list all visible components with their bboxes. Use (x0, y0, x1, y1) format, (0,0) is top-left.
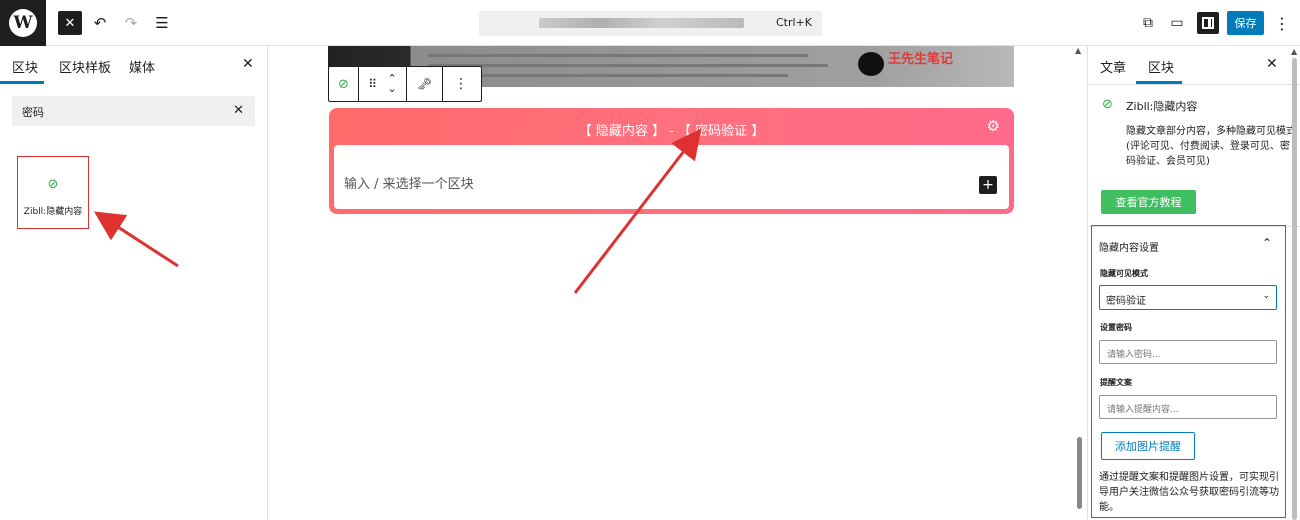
eye-slash-icon: ⊘ (1102, 97, 1113, 112)
scroll-up-icon[interactable]: ▲ (1075, 46, 1081, 55)
tip-label: 提醒文案 (1100, 378, 1132, 387)
divider (1088, 84, 1300, 85)
scroll-up-icon[interactable]: ▲ (1291, 47, 1297, 56)
blurred-title (539, 18, 744, 28)
tab-patterns[interactable]: 区块样板 (59, 57, 111, 76)
inner-block-area[interactable]: 输入 / 来选择一个区块 + (334, 145, 1009, 209)
tutorial-button[interactable]: 查看官方教程 (1101, 190, 1196, 214)
hidden-content-block[interactable]: 【 隐藏内容 】 - 【 密码验证 】 ⚙ 输入 / 来选择一个区块 + (329, 108, 1014, 214)
block-options-icon[interactable]: ⋮ (443, 67, 479, 101)
active-tab-indicator (0, 81, 44, 84)
more-options-icon[interactable]: ⋮ (1274, 12, 1290, 34)
gear-icon[interactable]: ⚙ (987, 117, 1000, 135)
settings-panel-toggle-icon[interactable] (1197, 12, 1219, 34)
visibility-mode-select[interactable]: 密码验证 ⌄ (1099, 285, 1277, 310)
redo-icon[interactable]: ↷ (120, 11, 142, 35)
password-input[interactable]: 请输入密码... (1099, 340, 1277, 364)
save-button[interactable]: 保存 (1227, 11, 1264, 35)
add-image-tip-button[interactable]: 添加图片提醒 (1101, 432, 1195, 460)
block-result-zibll-hidden[interactable]: ⊘ Zibll:隐藏内容 (17, 156, 89, 229)
block-inserter-panel: 区块 区块样板 媒体 ✕ 密码 ✕ ⊘ Zibll:隐藏内容 (0, 46, 268, 520)
editor-canvas: 王先生笔记 ⊘ ⠿ ⌃ ⌄ 🗝 ⋮ 【 隐藏内容 】 - 【 密码验证 】 ⚙ … (268, 46, 1086, 520)
document-outline-icon[interactable]: ☰ (150, 11, 174, 35)
settings-help-text: 通过提醒文案和提醒图片设置，可实现引导用户关注微信公众号获取密码引流等功能。 (1099, 472, 1279, 513)
canvas-scrollbar[interactable] (1077, 437, 1082, 509)
clear-search-icon[interactable]: ✕ (233, 103, 244, 118)
wordpress-logo[interactable]: W (0, 0, 46, 46)
image-watermark: 王先生笔记 (888, 52, 954, 67)
command-shortcut: Ctrl+K (775, 16, 812, 29)
lock-icon[interactable]: 🗝 (407, 67, 443, 101)
tab-media[interactable]: 媒体 (129, 57, 155, 76)
close-icon[interactable]: ✕ (1266, 56, 1278, 72)
undo-icon[interactable]: ↶ (89, 11, 111, 35)
hidden-block-title: 【 隐藏内容 】 - 【 密码验证 】 (578, 124, 765, 139)
block-toolbar: ⊘ ⠿ ⌃ ⌄ 🗝 ⋮ (328, 66, 482, 102)
mode-label: 隐藏可见模式 (1100, 269, 1148, 278)
settings-section-title[interactable]: 隐藏内容设置 (1099, 239, 1159, 254)
tab-blocks[interactable]: 区块 (12, 57, 38, 76)
device-preview-icon[interactable]: ▭ (1168, 12, 1186, 34)
tab-block[interactable]: 区块 (1148, 57, 1174, 76)
command-palette-bar[interactable]: Ctrl+K (479, 11, 822, 36)
password-label: 设置密码 (1100, 323, 1132, 332)
editor-topbar: W ✕ ↶ ↷ ☰ Ctrl+K ⧉ ▭ 保存 ⋮ (0, 0, 1300, 46)
block-card-description: 隐藏文章部分内容，多种隐藏可见模式(评论可见、付费阅读、登录可见、密码验证、会员… (1126, 126, 1296, 167)
select-value: 密码验证 (1106, 296, 1146, 307)
wordpress-icon: W (9, 9, 37, 37)
block-result-label: Zibll:隐藏内容 (23, 206, 83, 217)
search-value: 密码 (22, 106, 44, 119)
block-type-icon[interactable]: ⊘ (329, 67, 359, 101)
mascot-image (858, 52, 884, 76)
inserter-tabs: 区块 区块样板 媒体 ✕ (0, 46, 268, 84)
block-search-input[interactable]: 密码 ✕ (12, 96, 255, 126)
add-block-icon[interactable]: + (979, 176, 997, 194)
tip-input[interactable]: 请输入提醒内容... (1099, 395, 1277, 419)
drag-handle-icon[interactable]: ⠿ (368, 77, 377, 91)
eye-slash-icon: ⊘ (47, 176, 59, 192)
block-card-title: Zibll:隐藏内容 (1126, 100, 1198, 113)
sidebar-scrollbar[interactable] (1292, 58, 1297, 520)
move-down-icon[interactable]: ⌄ (388, 83, 397, 94)
chevron-down-icon: ⌄ (1262, 291, 1270, 301)
chevron-up-icon[interactable]: ⌃ (1262, 236, 1272, 250)
close-inserter-button[interactable]: ✕ (58, 11, 82, 35)
block-placeholder: 输入 / 来选择一个区块 (344, 177, 474, 192)
close-icon[interactable]: ✕ (242, 56, 254, 72)
external-view-icon[interactable]: ⧉ (1139, 12, 1157, 34)
tab-post[interactable]: 文章 (1100, 57, 1126, 76)
